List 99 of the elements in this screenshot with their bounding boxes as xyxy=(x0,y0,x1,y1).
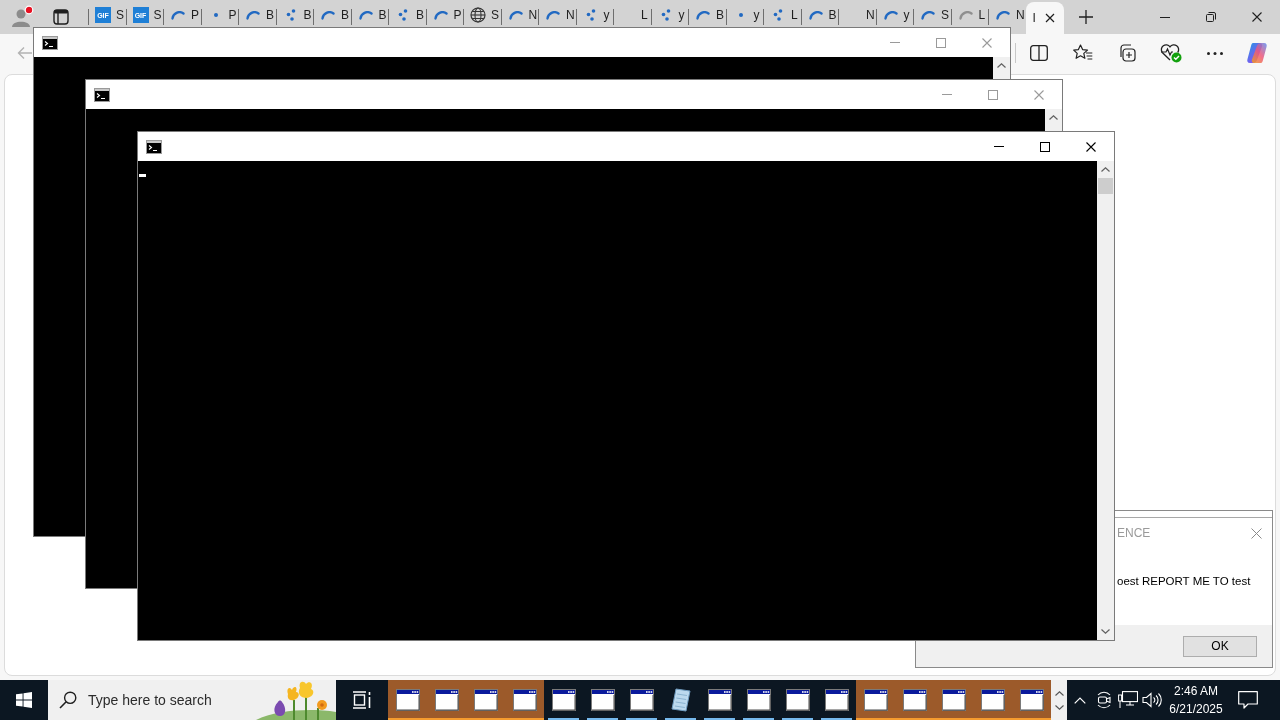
speech-bubble-icon[interactable] xyxy=(1238,691,1258,709)
maximize-icon[interactable] xyxy=(1040,141,1050,152)
more-icon[interactable] xyxy=(1207,51,1223,55)
window-icon xyxy=(1019,689,1044,711)
speaker-icon[interactable] xyxy=(1142,692,1162,708)
star-list-icon[interactable] xyxy=(1073,44,1093,62)
window-icon xyxy=(980,689,1005,711)
dot-icon xyxy=(738,13,743,17)
restore-icon[interactable] xyxy=(1206,12,1216,22)
panel-icon[interactable] xyxy=(53,9,69,25)
arc-icon xyxy=(433,10,448,20)
dots-icon xyxy=(773,9,783,21)
window-icon xyxy=(824,689,849,711)
window-icon xyxy=(941,689,966,711)
browser-tab[interactable]: y xyxy=(875,0,913,26)
arc-icon xyxy=(321,10,335,20)
browser-tab[interactable]: P xyxy=(163,0,201,26)
window-icon xyxy=(746,689,771,711)
browser-tab[interactable]: B xyxy=(275,0,313,26)
arc-icon xyxy=(996,10,1010,20)
search-icon xyxy=(59,691,77,709)
browser-tab[interactable]: B xyxy=(313,0,351,26)
browser-tab[interactable]: B xyxy=(238,0,276,26)
arc-icon xyxy=(808,10,823,20)
arc-icon xyxy=(883,10,898,20)
gradient-logo-icon[interactable] xyxy=(1246,42,1268,64)
dots-icon xyxy=(285,9,296,21)
person-icon[interactable] xyxy=(10,5,34,29)
browser-tab[interactable]: N xyxy=(538,0,576,26)
console-icon xyxy=(42,35,58,50)
arc-icon xyxy=(958,10,973,20)
browser-tab[interactable]: B xyxy=(350,0,388,26)
window-icon xyxy=(902,689,927,711)
window-icon xyxy=(551,689,576,711)
window-icon xyxy=(512,689,537,711)
browser-tab[interactable]: N xyxy=(500,0,538,26)
browser-tab[interactable]: L xyxy=(950,0,988,26)
four-panes-icon[interactable] xyxy=(16,692,32,708)
close-icon[interactable] xyxy=(1252,12,1262,22)
taskbar-app-button[interactable] xyxy=(505,680,544,720)
taskbar-app-button[interactable] xyxy=(1012,680,1051,720)
dots-icon xyxy=(398,9,408,21)
close-tab-icon[interactable] xyxy=(1044,13,1055,23)
browser-tab[interactable]: y xyxy=(725,0,763,26)
browser-tab[interactable]: S xyxy=(913,0,951,26)
console-icon xyxy=(94,87,110,102)
dialog-title: ENCE xyxy=(1117,526,1151,540)
window-icon xyxy=(707,689,732,711)
dots-icon xyxy=(660,9,671,21)
chevron-down-icon[interactable] xyxy=(1054,704,1064,710)
dot-icon xyxy=(213,13,218,17)
browser-tab[interactable]: B xyxy=(800,0,838,26)
chevron-up-icon[interactable] xyxy=(1054,690,1064,696)
browser-tab[interactable]: N xyxy=(838,0,876,26)
new-tab-icon[interactable] xyxy=(1078,10,1093,24)
browser-tab[interactable]: S xyxy=(463,0,501,26)
search-field[interactable]: Type here to search xyxy=(48,680,336,720)
clock-button[interactable]: 2:46 AM 6/21/2025 xyxy=(1164,680,1228,720)
stacked-plus-icon[interactable] xyxy=(1118,44,1136,62)
browser-tab[interactable]: y xyxy=(650,0,688,26)
close-icon[interactable] xyxy=(1086,141,1096,152)
arc-icon xyxy=(546,10,560,20)
browser-tab[interactable]: N xyxy=(988,0,1026,26)
notepad-icon xyxy=(669,688,692,712)
globe-icon xyxy=(470,7,486,23)
arc-icon xyxy=(696,10,710,20)
browser-tab[interactable]: P xyxy=(200,0,238,26)
browser-tab[interactable]: I xyxy=(1025,2,1064,34)
arc-icon xyxy=(358,10,373,20)
minimize-icon[interactable] xyxy=(1160,16,1170,18)
split-screen-icon[interactable] xyxy=(1030,45,1048,61)
taskbar-app-button[interactable] xyxy=(388,680,427,720)
dots-icon xyxy=(585,9,596,21)
dialog-message: oest REPORT ME TO test xyxy=(1117,574,1252,589)
window-icon xyxy=(785,689,810,711)
video-camera-icon[interactable] xyxy=(1095,691,1113,709)
window-icon xyxy=(395,689,420,711)
window-icon xyxy=(863,689,888,711)
window-icon xyxy=(629,689,654,711)
browser-tab[interactable]: B xyxy=(388,0,426,26)
browser-tab[interactable]: L xyxy=(613,0,651,26)
heart-check-icon[interactable] xyxy=(1160,43,1182,63)
ok-button[interactable]: OK xyxy=(1183,635,1257,657)
browser-tab[interactable]: P xyxy=(425,0,463,26)
arc-icon xyxy=(246,10,260,20)
browser-tab[interactable]: B xyxy=(688,0,726,26)
task-view-icon[interactable] xyxy=(352,691,372,709)
browser-tab[interactable]: y xyxy=(575,0,613,26)
taskbar-app-button[interactable] xyxy=(856,680,895,720)
arc-icon xyxy=(171,10,185,20)
window-icon xyxy=(590,689,615,711)
browser-tab[interactable]: L xyxy=(763,0,801,26)
scrollbar-thumb[interactable] xyxy=(1098,178,1113,194)
window-icon xyxy=(434,689,459,711)
network-icon[interactable] xyxy=(1118,691,1138,709)
arc-icon xyxy=(921,10,935,20)
arc-icon xyxy=(508,10,523,20)
window-icon xyxy=(473,689,498,711)
console-icon xyxy=(146,139,162,154)
